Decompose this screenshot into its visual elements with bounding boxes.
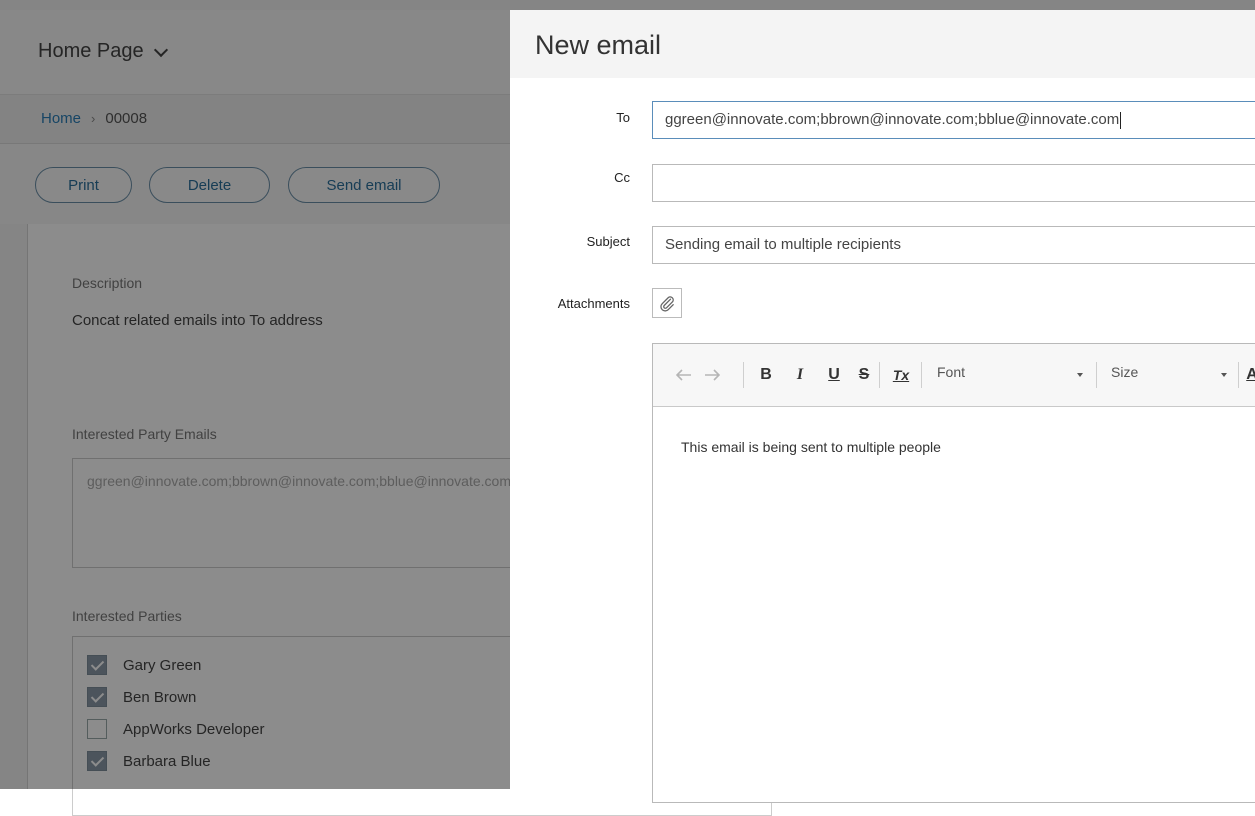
attachments-label: Attachments [557,296,630,311]
subject-label: Subject [586,234,630,249]
editor-toolbar: B I U S Tx Font Size A [653,344,1255,407]
font-dropdown-arrow-icon [1077,373,1083,377]
toolbar-divider [921,362,922,388]
editor-body-text[interactable]: This email is being sent to multiple peo… [681,439,941,455]
dialog-title: New email [535,30,662,60]
toolbar-divider [879,362,880,388]
rich-text-editor: B I U S Tx Font Size A This email is bei… [652,343,1255,803]
clear-formatting-button[interactable]: Tx [889,364,913,386]
size-dropdown-arrow-icon [1221,373,1227,377]
dialog-header: New email [510,10,1255,78]
font-dropdown[interactable]: Font [937,364,965,386]
to-label: To [616,110,630,125]
cc-input[interactable] [652,164,1255,202]
toolbar-divider [1096,362,1097,388]
text-color-button[interactable]: A [1245,364,1255,386]
toolbar-divider [1238,362,1239,388]
bold-button[interactable]: B [757,364,775,386]
subject-input[interactable]: Sending email to multiple recipients [652,226,1255,264]
redo-button[interactable] [703,364,721,386]
to-input[interactable]: ggreen@innovate.com;bbrown@innovate.com;… [652,101,1255,139]
italic-button[interactable]: I [791,364,809,386]
text-cursor [1120,111,1122,129]
cc-label: Cc [614,170,630,185]
strikethrough-button[interactable]: S [855,364,873,386]
undo-button[interactable] [675,364,693,386]
undo-icon [676,369,691,381]
underline-button[interactable]: U [825,364,843,386]
attach-file-button[interactable] [652,288,682,318]
toolbar-divider [743,362,744,388]
to-value: ggreen@innovate.com;bbrown@innovate.com;… [665,111,1120,128]
new-email-dialog: New email To ggreen@innovate.com;bbrown@… [510,10,1255,803]
subject-value: Sending email to multiple recipients [665,236,901,253]
paperclip-icon [660,296,674,312]
size-dropdown[interactable]: Size [1111,364,1138,386]
redo-icon [705,369,720,381]
